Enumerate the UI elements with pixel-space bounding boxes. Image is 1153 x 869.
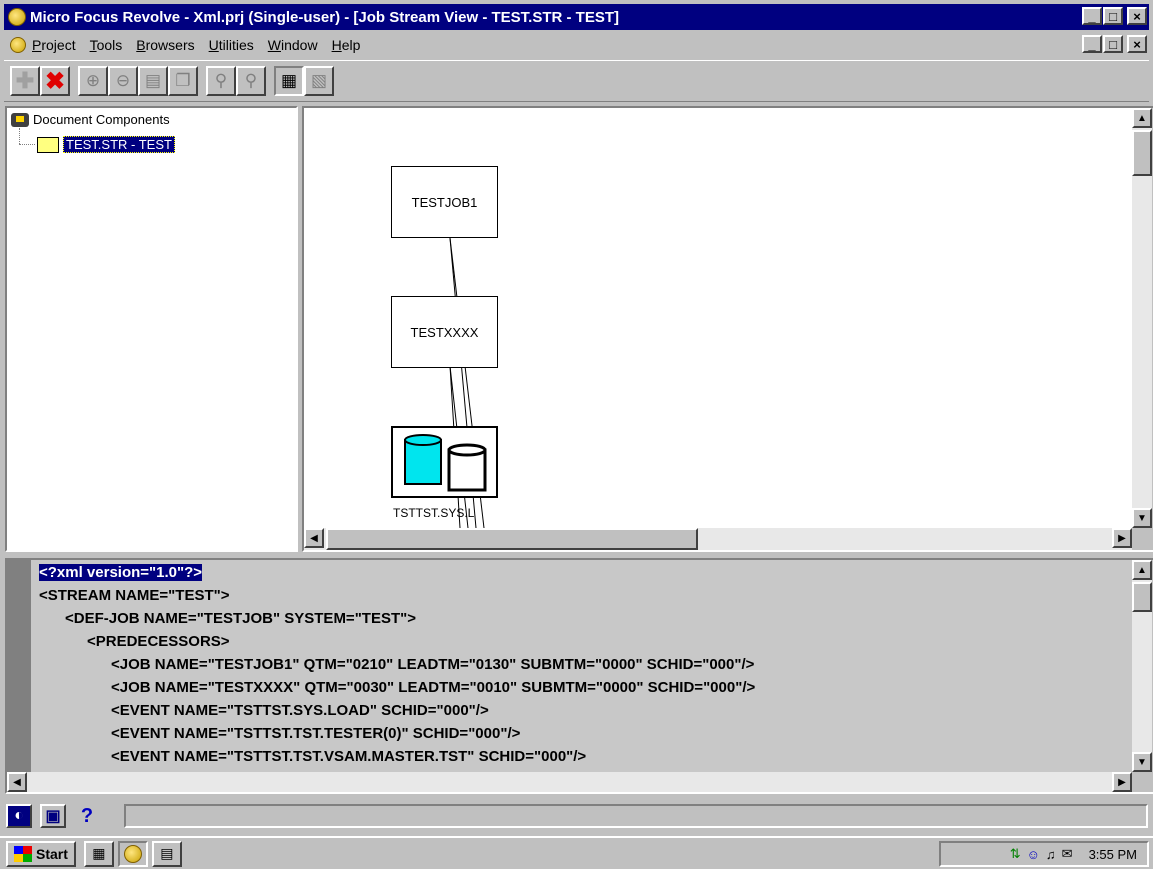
toolbar: ✚ ✖ ⊕ ⊖ ▤ ❐ ⚲ ⚲ ▦ ▧ [4,60,1149,102]
tree-pane: Document Components TEST.STR - TEST [5,106,298,552]
xml-line: <?xml version="1.0"?> [39,564,203,581]
maximize-button[interactable]: □ [1103,7,1123,25]
document-icon[interactable] [10,37,26,53]
grid-view-icon[interactable]: ▦ [274,66,304,96]
scroll-down-arrow[interactable]: ▼ [1132,508,1152,528]
zoom-out-icon[interactable]: ⊖ [108,66,138,96]
menu-bar: Project Tools Browsers Utilities Window … [4,32,1149,58]
scroll-up-arrow[interactable]: ▲ [1132,108,1152,128]
scroll-left-arrow[interactable]: ◀ [304,528,324,548]
delete-icon[interactable]: ✖ [40,66,70,96]
xml-source-pane: <?xml version="1.0"?> <STREAM NAME="TEST… [5,558,1153,794]
scroll-down-arrow[interactable]: ▼ [1132,752,1152,772]
find-icon[interactable]: ⚲ [206,66,236,96]
task-button-app3[interactable]: ▤ [151,840,182,867]
diagram-vertical-scrollbar[interactable]: ▲ ▼ [1132,108,1152,528]
components-icon [11,112,29,127]
list-view-icon[interactable]: ▧ [304,66,334,96]
xml-line: <JOB NAME="TESTJOB1" QTM="0210" LEADTM="… [111,656,755,673]
xml-line: <EVENT NAME="TSTTST.TST.TESTER(0)" SCHID… [111,725,521,742]
menu-browsers[interactable]: Browsers [136,37,194,53]
menu-help[interactable]: Help [332,37,361,53]
xml-line: <STREAM NAME="TEST"> [39,587,230,604]
volume-icon[interactable]: ♫ [1046,847,1056,862]
xml-line: <JOB NAME="TESTXXXX" QTM="0030" LEADTM="… [111,679,756,696]
folder-icon [37,136,59,153]
menu-project[interactable]: Project [32,37,76,53]
minimize-button[interactable]: _ [1082,7,1102,25]
diagram-canvas[interactable]: TESTJOB1 TESTXXXX TSTTST.SYS.L [304,108,1132,528]
menu-utilities[interactable]: Utilities [209,37,254,53]
title-bar: Micro Focus Revolve - Xml.prj (Single-us… [4,4,1149,30]
menu-window[interactable]: Window [268,37,318,53]
network-icon[interactable]: ⇅ [1010,846,1021,862]
windows-logo-icon [14,845,32,862]
add-icon[interactable]: ✚ [10,66,40,96]
xml-horizontal-scrollbar[interactable]: ◀ ▶ [7,772,1132,792]
status-message-field [124,804,1148,828]
system-tray: ⇅ ☺ ♫ ✉ 3:55 PM [939,841,1149,867]
xml-text-area[interactable]: <?xml version="1.0"?> <STREAM NAME="TEST… [7,560,1132,772]
xml-line: <DEF-JOB NAME="TESTJOB" SYSTEM="TEST"> [65,610,417,627]
help-icon[interactable]: ? [74,804,100,828]
start-button[interactable]: Start [6,840,76,867]
task-button-app1[interactable]: ▦ [83,840,114,867]
save-icon[interactable]: ▤ [138,66,168,96]
job-node-testxxxx[interactable]: TESTXXXX [391,296,498,368]
dataset-node[interactable] [391,426,498,498]
scroll-up-arrow[interactable]: ▲ [1132,560,1152,580]
menu-tools[interactable]: Tools [90,37,123,53]
tree-item-label: TEST.STR - TEST [63,136,175,153]
close-button[interactable]: × [1127,7,1147,25]
user-icon[interactable]: ☺ [1027,847,1040,862]
window-title: Micro Focus Revolve - Xml.prj (Single-us… [30,8,619,26]
scroll-thumb[interactable] [326,528,698,550]
copy-icon[interactable]: ❐ [168,66,198,96]
scroll-right-arrow[interactable]: ▶ [1112,772,1132,792]
scroll-left-arrow[interactable]: ◀ [7,772,27,792]
app-icon[interactable] [8,8,26,26]
xml-gutter [7,560,31,772]
status-bar: ◐ ▣ ? [4,802,1149,830]
job-node-label: TESTXXXX [410,324,479,340]
child-minimize-button[interactable]: _ [1082,35,1102,53]
database-icon [404,434,487,492]
scroll-thumb[interactable] [1132,582,1152,612]
zoom-in-icon[interactable]: ⊕ [78,66,108,96]
scroll-right-arrow[interactable]: ▶ [1112,528,1132,548]
scroll-thumb[interactable] [1132,130,1152,176]
start-label: Start [36,845,68,862]
job-stream-diagram: TESTJOB1 TESTXXXX TSTTST.SYS.L ▲ ▼ ◀ ▶ [302,106,1153,552]
job-node-testjob1[interactable]: TESTJOB1 [391,166,498,238]
properties-icon[interactable]: ▣ [40,804,66,828]
xml-line: <PREDECESSORS> [87,633,230,650]
diagram-horizontal-scrollbar[interactable]: ◀ ▶ [304,528,1132,550]
child-close-button[interactable]: × [1127,35,1147,53]
tree-root-label: Document Components [33,112,170,127]
revolve-icon[interactable]: ◐ [6,804,32,828]
xml-vertical-scrollbar[interactable]: ▲ ▼ [1132,560,1152,772]
clock[interactable]: 3:55 PM [1089,847,1137,862]
xml-line: <EVENT NAME="TSTTST.TST.VSAM.MASTER.TST"… [111,748,587,765]
taskbar: Start ▦ ▤ ⇅ ☺ ♫ ✉ 3:55 PM [0,836,1153,869]
task-button-revolve[interactable] [117,840,148,867]
dataset-node-label: TSTTST.SYS.L [393,506,475,520]
tree-item-test-str[interactable]: TEST.STR - TEST [37,136,175,153]
xml-line: <EVENT NAME="TSTTST.SYS.LOAD" SCHID="000… [111,702,489,719]
find-next-icon[interactable]: ⚲ [236,66,266,96]
mail-icon[interactable]: ✉ [1062,846,1073,862]
job-node-label: TESTJOB1 [411,194,478,210]
tree-root-item[interactable]: Document Components [11,112,170,127]
child-maximize-button[interactable]: □ [1103,35,1123,53]
